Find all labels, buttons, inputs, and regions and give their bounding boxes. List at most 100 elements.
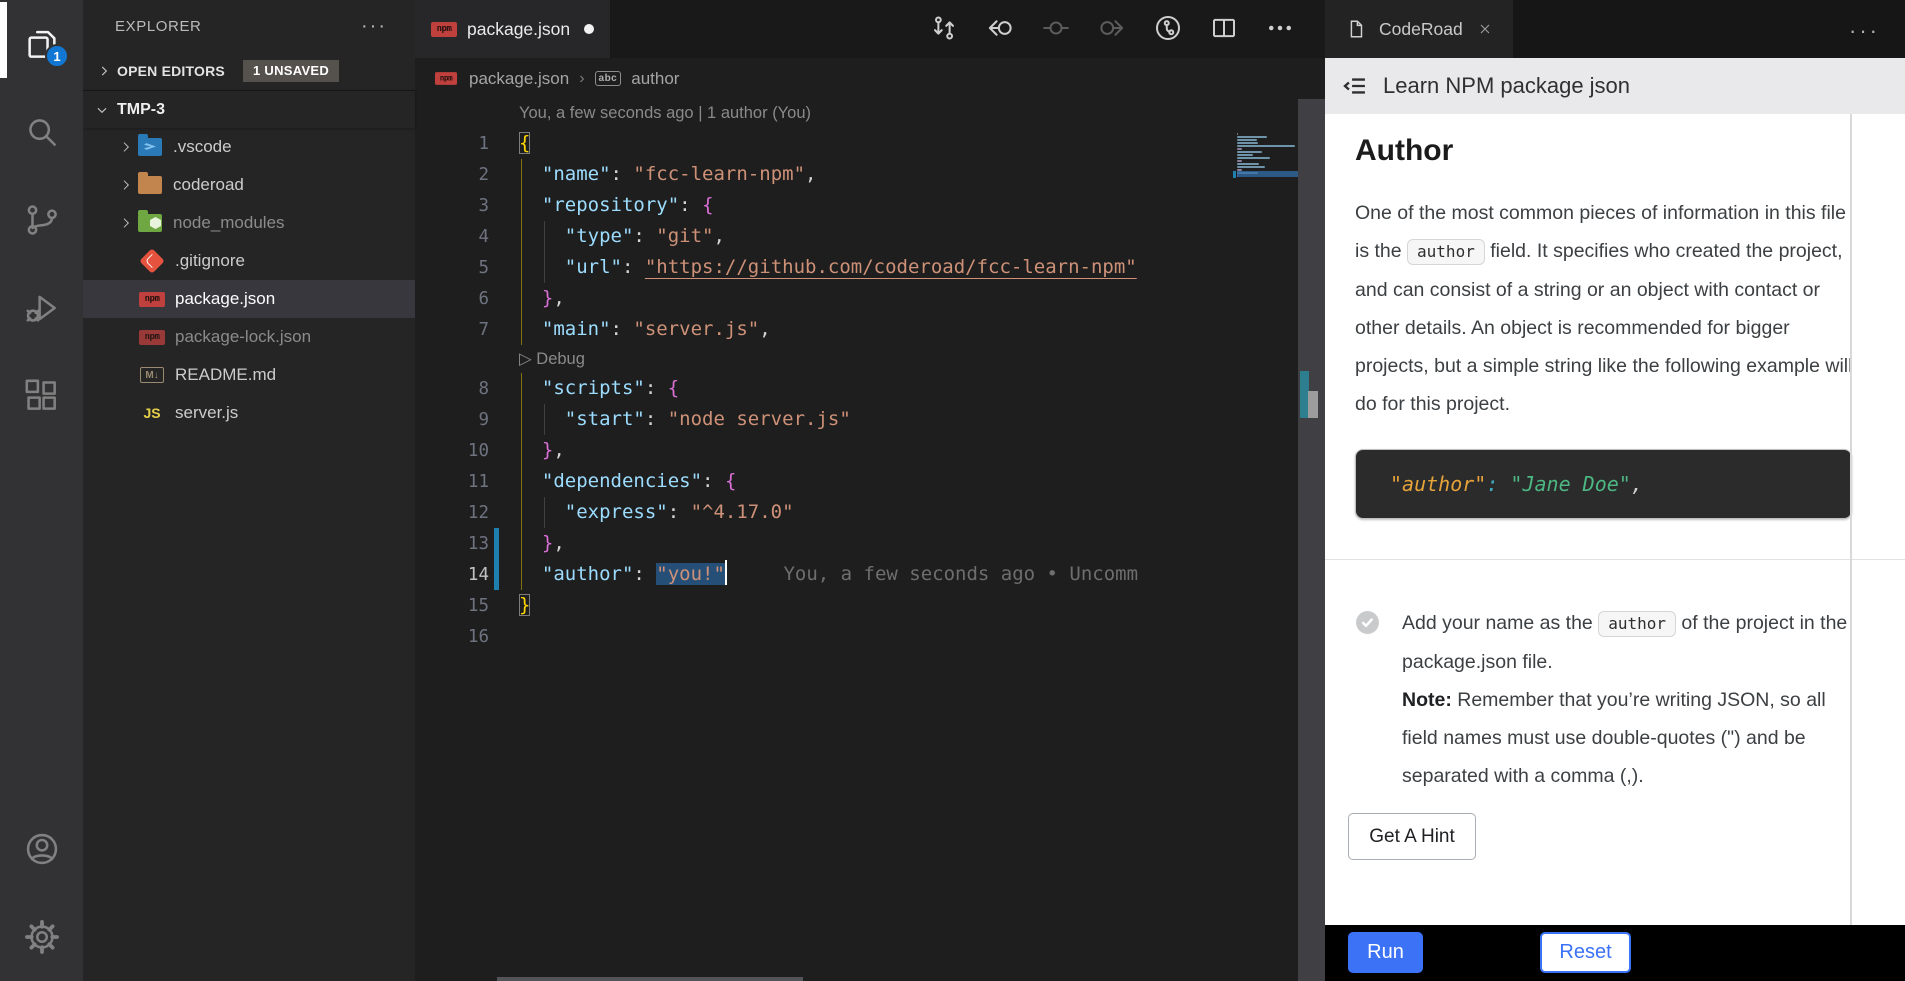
breadcrumb-file[interactable]: package.json: [469, 69, 569, 89]
next-change-icon[interactable]: [1097, 13, 1127, 43]
split-editor-icon[interactable]: [1209, 13, 1239, 43]
tab-package-json[interactable]: npm package.json: [415, 0, 610, 58]
gutter: [494, 221, 499, 252]
horizontal-scrollbar[interactable]: [497, 977, 803, 981]
npm-icon: npm: [139, 325, 165, 349]
indent-guide: [544, 404, 545, 435]
code-token: [519, 194, 542, 216]
gutter: [494, 283, 499, 314]
line-number: 7: [415, 320, 489, 340]
indent-guide: [521, 373, 522, 404]
file-tree: .vscode coderoadnode_modules .gitignore npm…: [83, 128, 415, 432]
text-run: Add your name as the: [1402, 612, 1598, 634]
explorer-badge: 1: [45, 44, 69, 68]
file-label: package-lock.json: [175, 327, 311, 347]
code-token: [519, 408, 565, 430]
code-line-11[interactable]: 11 "dependencies": {: [415, 466, 1237, 497]
editor-group: npm package.json npm package.json › abc …: [415, 0, 1325, 981]
code-line-3[interactable]: 3 "repository": {: [415, 190, 1237, 221]
code-line-6[interactable]: 6 },: [415, 283, 1237, 314]
code-token: [519, 470, 542, 492]
gear-icon: [23, 918, 61, 956]
code-token: {: [519, 132, 530, 154]
gutter: [494, 252, 499, 283]
tab-label: package.json: [467, 19, 570, 40]
code-line-15[interactable]: 15}: [415, 590, 1237, 621]
code-token: ,: [714, 225, 725, 247]
code-token: }: [542, 532, 553, 554]
file-label: .gitignore: [175, 251, 245, 271]
code-token: "scripts": [542, 377, 645, 399]
tree-item-package-json[interactable]: npmpackage.json: [83, 280, 415, 318]
activity-item-account[interactable]: [0, 805, 83, 893]
markdown-icon: M↓: [139, 363, 165, 387]
unsaved-dot-icon[interactable]: [584, 24, 594, 34]
activity-bar-bottom: [0, 805, 83, 981]
chevron-right-icon: [95, 62, 113, 80]
root-folder-row[interactable]: TMP-3: [83, 90, 415, 128]
close-icon[interactable]: [1477, 21, 1493, 37]
code-line-4[interactable]: 4 "type": "git",: [415, 221, 1237, 252]
panel-scrollbar-track[interactable]: [1298, 99, 1325, 981]
code-editor[interactable]: You, a few seconds ago | 1 author (You)1…: [415, 99, 1237, 652]
indent-guide: [521, 497, 522, 528]
open-editors-section[interactable]: OPEN EDITORS 1 UNSAVED: [83, 52, 415, 90]
gutter: [494, 314, 499, 345]
line-number: 5: [415, 258, 489, 278]
code-line-9[interactable]: 9 "start": "node server.js": [415, 404, 1237, 435]
collapse-menu-icon[interactable]: [1341, 72, 1369, 100]
tree-item-readme-md[interactable]: M↓README.md: [83, 356, 415, 394]
codelens-debug[interactable]: ▷ Debug: [415, 345, 1237, 373]
step-heading: Author: [1355, 134, 1851, 168]
activity-item-settings[interactable]: [0, 893, 83, 981]
activity-item-run-and-debug[interactable]: [0, 264, 83, 352]
code-line-7[interactable]: 7 "main": "server.js",: [415, 314, 1237, 345]
tab-coderoad[interactable]: CodeRoad: [1325, 0, 1513, 58]
code-line-5[interactable]: 5 "url": "https://github.com/coderoad/fc…: [415, 252, 1237, 283]
current-change-icon[interactable]: [1041, 13, 1071, 43]
tree-item-server-js[interactable]: JSserver.js: [83, 394, 415, 432]
code-token: [519, 287, 542, 309]
code-line-12[interactable]: 12 "express": "^4.17.0": [415, 497, 1237, 528]
code-line-10[interactable]: 10 },: [415, 435, 1237, 466]
code-line-8[interactable]: 8 "scripts": {: [415, 373, 1237, 404]
chevron-down-icon: [93, 101, 111, 119]
activity-item-explorer[interactable]: 1: [0, 0, 83, 88]
symbol-string-icon: abc: [595, 71, 622, 86]
panel-more-actions-icon[interactable]: ···: [1849, 18, 1880, 44]
tree-item--vscode[interactable]: .vscode: [83, 128, 415, 166]
run-button[interactable]: Run: [1348, 932, 1423, 973]
code-token: ,: [553, 287, 564, 309]
previous-change-icon[interactable]: [985, 13, 1015, 43]
activity-item-source-control[interactable]: [0, 176, 83, 264]
file-label: .vscode: [173, 137, 232, 157]
indent-guide: [521, 404, 522, 435]
code-line-14[interactable]: 14 "author": "you!"You, a few seconds ag…: [415, 559, 1237, 590]
explorer-more-actions-icon[interactable]: ···: [361, 21, 387, 31]
activity-item-extensions[interactable]: [0, 352, 83, 440]
code-line-2[interactable]: 2 "name": "fcc-learn-npm",: [415, 159, 1237, 190]
open-changes-icon[interactable]: [929, 13, 959, 43]
timeline-icon[interactable]: [1153, 13, 1183, 43]
breadcrumb-symbol[interactable]: author: [631, 69, 679, 89]
codelens-authors[interactable]: You, a few seconds ago | 1 author (You): [415, 99, 1237, 128]
get-a-hint-button[interactable]: Get A Hint: [1348, 813, 1476, 860]
line-number: 9: [415, 410, 489, 430]
run-debug-icon: [23, 289, 61, 327]
tree-item-coderoad[interactable]: coderoad: [83, 166, 415, 204]
code-line-1[interactable]: 1{: [415, 128, 1237, 159]
scrollbar-thumb-gray[interactable]: [1308, 391, 1318, 418]
minimap-change-marker: [1233, 171, 1236, 178]
code-token: ,: [553, 439, 564, 461]
breadcrumb[interactable]: npm package.json › abc author: [415, 58, 1325, 99]
panel-scrollbar[interactable]: [1850, 114, 1852, 925]
activity-item-search[interactable]: [0, 88, 83, 176]
code-line-13[interactable]: 13 },: [415, 528, 1237, 559]
code-line-16[interactable]: 16: [415, 621, 1237, 652]
reset-button[interactable]: Reset: [1540, 932, 1631, 973]
tree-item-package-lock-json[interactable]: npm package-lock.json: [83, 318, 415, 356]
npm-file-icon: npm: [431, 22, 457, 37]
tree-item-node-modules[interactable]: node_modules: [83, 204, 415, 242]
tree-item--gitignore[interactable]: .gitignore: [83, 242, 415, 280]
more-actions-icon[interactable]: [1265, 13, 1295, 43]
